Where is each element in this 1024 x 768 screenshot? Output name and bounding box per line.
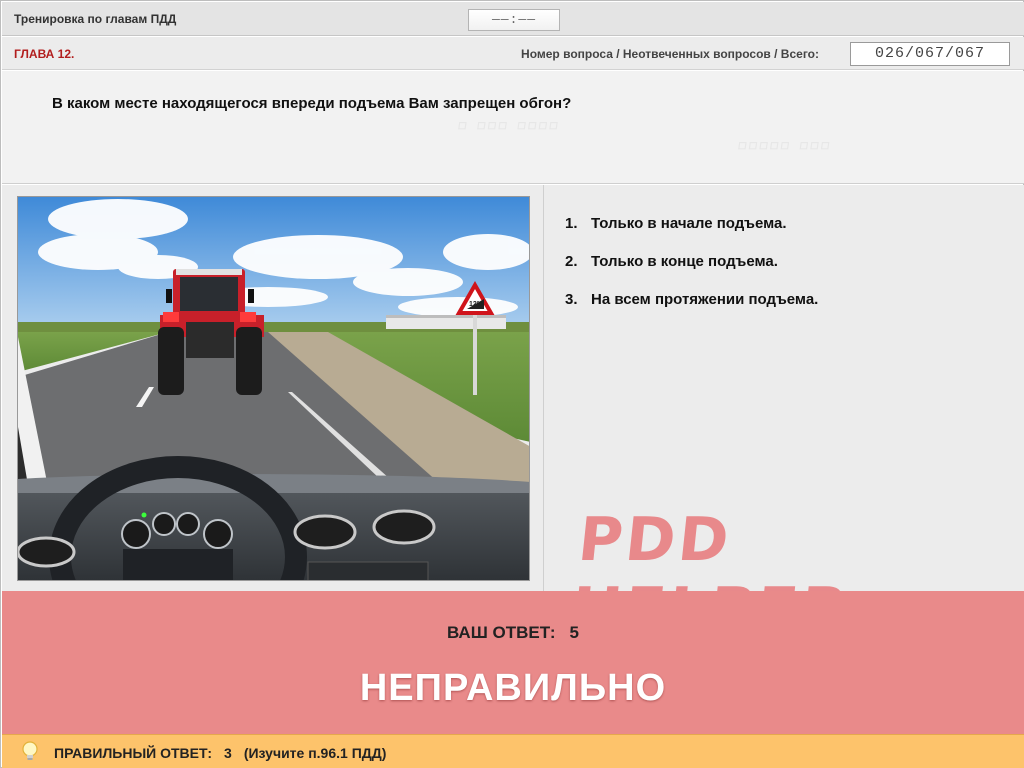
answers-panel: 1. Только в начале подъема. 2. Только в ко…	[545, 185, 1024, 645]
title-bar: Тренировка по главам ПДД ——:——	[2, 2, 1024, 36]
correct-answer-label: ПРАВИЛЬНЫЙ ОТВЕТ:	[54, 745, 213, 761]
chapter-bar: ГЛАВА 12. Номер вопроса / Неотвеченных в…	[2, 37, 1024, 70]
answer-option-3[interactable]: 3. На всем протяжении подъема.	[565, 291, 818, 308]
answer-option-2[interactable]: 2. Только в конце подъема.	[565, 253, 778, 270]
timer-display: ——:——	[468, 9, 560, 31]
watermark-decoration: ▫ ▫▫▫ ▫▫▫▫	[454, 109, 562, 142]
lightbulb-icon	[22, 741, 38, 760]
study-hint: (Изучите п.96.1 ПДД)	[243, 745, 387, 761]
question-area: ▫ ▫▫▫ ▫▫▫▫ ▫▫▫▫▫ ▫▫▫ В каком месте наход…	[2, 71, 1024, 184]
correct-answer-text: ПРАВИЛЬНЫЙ ОТВЕТ: 3 (Изучите п.96.1 ПДД)	[54, 745, 398, 761]
verdict-text: НЕПРАВИЛЬНО	[359, 667, 667, 709]
your-answer: ВАШ ОТВЕТ: 5	[2, 623, 1024, 643]
content-area: 12% 1. Только в начале подъема. 2. Тольк…	[2, 185, 1024, 645]
app-window: Тренировка по главам ПДД ——:—— ГЛАВА 12.…	[0, 0, 1024, 768]
answer-text: На всем протяжении подъема.	[591, 291, 819, 308]
your-answer-label: ВАШ ОТВЕТ:	[446, 623, 556, 642]
image-panel: 12%	[2, 185, 544, 591]
app-title: Тренировка по главам ПДД	[14, 12, 177, 26]
answer-number: 1.	[565, 215, 578, 232]
question-counter-label: Номер вопроса / Неотвеченных вопросов / …	[521, 47, 819, 61]
chapter-label: ГЛАВА 12.	[14, 47, 75, 61]
result-panel: ВАШ ОТВЕТ: 5 НЕПРАВИЛЬНО	[2, 591, 1024, 734]
correct-answer-value: 3	[224, 745, 232, 761]
correct-answer-bar: ПРАВИЛЬНЫЙ ОТВЕТ: 3 (Изучите п.96.1 ПДД)	[2, 734, 1024, 768]
answer-text: Только в начале подъема.	[591, 215, 787, 232]
answer-text: Только в конце подъема.	[591, 253, 778, 270]
answer-number: 2.	[565, 253, 578, 270]
question-illustration: 12%	[17, 196, 530, 581]
watermark-decoration: ▫▫▫▫▫ ▫▫▫	[734, 129, 833, 162]
your-answer-value: 5	[569, 623, 580, 642]
svg-text:12%: 12%	[469, 301, 484, 308]
answer-option-1[interactable]: 1. Только в начале подъема.	[565, 215, 787, 232]
question-counter: 026/067/067	[850, 42, 1010, 66]
answer-number: 3.	[565, 291, 578, 308]
question-text: В каком месте находящегося впереди подъе…	[52, 95, 572, 112]
